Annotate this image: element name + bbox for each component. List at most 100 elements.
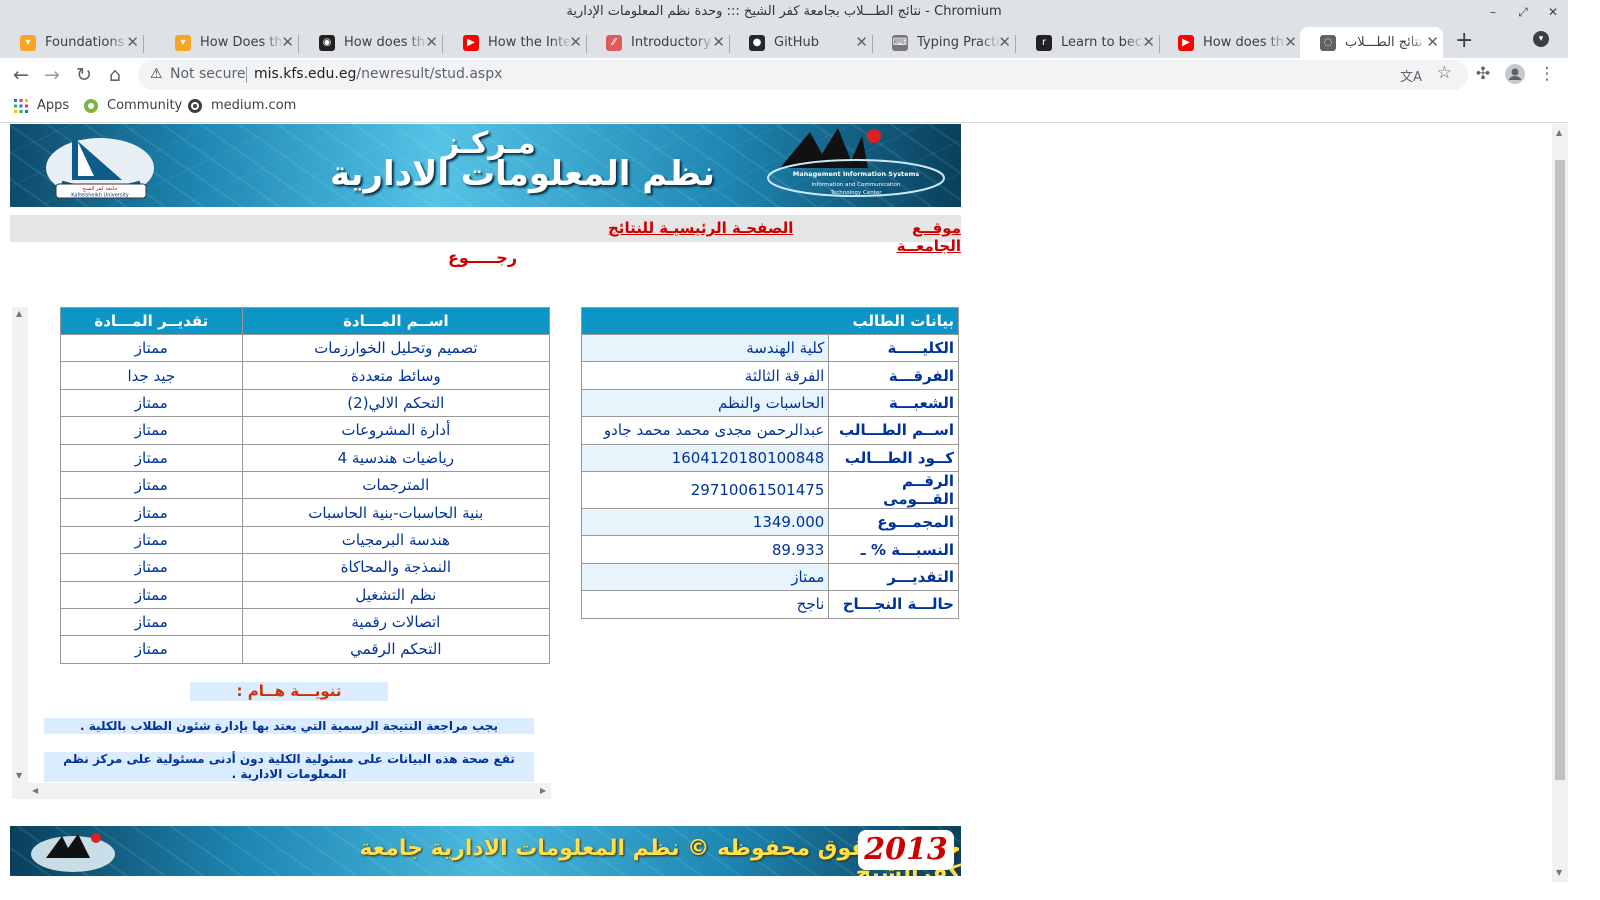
- footer-banner: جميع الحقوق محفوظه © نظم المعلومات الادا…: [10, 826, 961, 876]
- scroll-right-arrow-icon[interactable]: ▶: [540, 786, 546, 795]
- scroll-up-arrow-icon[interactable]: ▲: [16, 309, 22, 318]
- tab-label: How Does the: [200, 35, 284, 50]
- inner-vertical-scrollbar[interactable]: ▲ ▼: [12, 307, 28, 783]
- page-vertical-scrollbar[interactable]: ▲ ▼: [1552, 124, 1568, 882]
- student-field-label: الكليـــــة: [828, 333, 959, 363]
- student-info-row: التقديـــر ممتاز: [580, 562, 959, 592]
- tab-close-icon[interactable]: ✕: [1426, 33, 1439, 51]
- profile-avatar-icon[interactable]: [1504, 64, 1526, 89]
- browser-tab[interactable]: ▶ How does the ✕: [1158, 27, 1301, 58]
- warning-icon[interactable]: ⚠: [150, 66, 163, 82]
- tab-close-icon[interactable]: ✕: [998, 33, 1011, 51]
- close-window-button[interactable]: ✕: [1540, 0, 1566, 24]
- student-field-label: الرقــم القـــومى: [828, 470, 959, 509]
- divider: [246, 67, 247, 83]
- tab-close-icon[interactable]: ✕: [425, 33, 438, 51]
- subject-cell: التحكم الالي(2): [241, 388, 551, 418]
- browser-tab[interactable]: ◌ نتائج الطـــلاب ✕: [1300, 27, 1443, 58]
- student-field-label: الشعبـــة: [828, 388, 959, 418]
- important-note-line2: تقع صحة هذه البيانات على مسئولية الكلية …: [44, 752, 534, 782]
- student-info-row: كــود الطـــالب 1604120180100848: [580, 443, 959, 472]
- grade-cell: ممتاز: [60, 498, 243, 527]
- grade-row: وسائط متعددة جيد جدا: [60, 361, 551, 390]
- translate-icon[interactable]: 文A: [1400, 66, 1422, 85]
- url-text[interactable]: mis.kfs.edu.eg/newresult/stud.aspx: [254, 66, 502, 82]
- scroll-down-arrow-icon[interactable]: ▼: [16, 771, 22, 780]
- tab-search-icon[interactable]: ▾: [1533, 31, 1549, 47]
- tab-close-icon[interactable]: ✕: [126, 33, 139, 51]
- keyboard-icon: ⌨: [892, 34, 908, 51]
- tab-close-icon[interactable]: ✕: [569, 33, 582, 51]
- grade-cell: ممتاز: [60, 333, 243, 363]
- tab-close-icon[interactable]: ✕: [281, 33, 294, 51]
- tab-label: Learn to beco: [1061, 35, 1145, 50]
- bookmark-community[interactable]: Community: [84, 98, 182, 113]
- student-info-row: الكليـــــة كلية الهندسة: [580, 333, 959, 363]
- student-info-table: بيانات الطالب الكليـــــة كلية الهندسة الف…: [580, 307, 959, 619]
- browser-tab[interactable]: r Learn to beco ✕: [1016, 27, 1160, 58]
- scroll-left-arrow-icon[interactable]: ◀: [32, 786, 38, 795]
- student-info-row: اســم الطـــالب عبدالرحمن مجدى محمد محمد …: [580, 416, 959, 445]
- student-field-value: الحاسبات والنظم: [580, 388, 830, 418]
- bookmark-apps[interactable]: Apps: [14, 98, 69, 113]
- results-home-link[interactable]: الصفحـة الرئيسيـة للنتائج: [608, 219, 793, 237]
- tab-label: Foundations |: [45, 35, 129, 50]
- tab-label: Typing Practic: [917, 35, 1001, 50]
- maximize-button[interactable]: ⤢: [1510, 0, 1536, 24]
- grade-row: التحكم الالي(2) ممتاز: [60, 388, 551, 418]
- browser-tab[interactable]: ● GitHub ✕: [729, 27, 873, 58]
- security-label[interactable]: Not secure: [170, 66, 246, 82]
- page-scroll-down-arrow-icon[interactable]: ▼: [1556, 868, 1562, 877]
- page-scroll-up-arrow-icon[interactable]: ▲: [1556, 128, 1562, 137]
- tab-separator: [143, 35, 144, 53]
- back-link[interactable]: رجـــــوع: [448, 248, 517, 267]
- back-arrow-icon[interactable]: ←: [10, 64, 32, 86]
- browser-tab[interactable]: ⁄⁄ Introductory H✕: [586, 27, 730, 58]
- tab-close-icon[interactable]: ✕: [712, 33, 725, 51]
- student-info-row: الفرقـــة الفرقة الثالثة: [580, 361, 959, 390]
- extensions-icon[interactable]: ✣: [1472, 64, 1494, 84]
- grades-header-row: اســم المـــادة تقديــر المـــادة: [60, 307, 551, 335]
- student-field-value: ممتاز: [580, 562, 830, 592]
- subject-cell: أدارة المشروعات: [241, 416, 551, 445]
- home-icon[interactable]: ⌂: [104, 64, 126, 86]
- window-titlebar: نتائج الطـــلاب بجامعة كفر الشيخ ::: وحد…: [0, 0, 1568, 24]
- grade-row: نظم التشغيل ممتاز: [60, 580, 551, 609]
- subject-column-header: اســم المـــادة: [241, 307, 551, 335]
- browser-tab[interactable]: ▾ How Does the ✕: [155, 27, 299, 58]
- tab-strip: ▾ Foundations | ✕ ▾ How Does the ✕ ◉ How does t…: [0, 24, 1568, 58]
- globe-icon: ◌: [1320, 34, 1336, 51]
- url-path: /newresult/stud.aspx: [356, 66, 503, 82]
- browser-tab[interactable]: ⌨ Typing Practic ✕: [872, 27, 1016, 58]
- inner-horizontal-scrollbar[interactable]: ◀ ▶: [12, 783, 551, 799]
- university-site-link[interactable]: موقــع الجامعــة: [850, 219, 961, 255]
- bookmark-medium[interactable]: medium.com: [188, 98, 296, 113]
- grade-cell: ممتاز: [60, 388, 243, 418]
- bookmark-star-icon[interactable]: ☆: [1437, 63, 1452, 83]
- minimize-button[interactable]: –: [1480, 0, 1506, 24]
- bookmark-label: Apps: [37, 98, 70, 113]
- address-bar[interactable]: ⚠ Not secure mis.kfs.edu.eg/newresult/st…: [138, 60, 1468, 90]
- medium-icon: ◉: [319, 34, 335, 51]
- student-info-header: بيانات الطالب: [581, 307, 959, 335]
- page-scroll-thumb[interactable]: [1555, 160, 1565, 780]
- browser-tab[interactable]: ▾ Foundations | ✕: [0, 27, 144, 58]
- student-field-value: عبدالرحمن مجدى محمد محمد جادو: [580, 416, 830, 445]
- student-header-row: بيانات الطالب: [581, 307, 959, 335]
- important-note-line1: يجب مراجعة النتيجة الرسمية التي يعتد بها…: [44, 718, 534, 734]
- new-tab-button[interactable]: +: [1455, 28, 1473, 53]
- subject-cell: التحكم الرقمي: [241, 635, 551, 664]
- reload-icon[interactable]: ↻: [73, 64, 95, 86]
- tab-label: How does the: [1203, 35, 1287, 50]
- tab-close-icon[interactable]: ✕: [1142, 33, 1155, 51]
- grade-row: تصميم وتحليل الخوارزمات ممتاز: [60, 333, 551, 363]
- menu-kebab-icon[interactable]: ⋮: [1536, 64, 1558, 84]
- tab-close-icon[interactable]: ✕: [1284, 33, 1297, 51]
- student-field-label: النسبـــة % ـ: [828, 535, 959, 564]
- forward-arrow-icon[interactable]: →: [41, 64, 63, 86]
- browser-tab[interactable]: ▶ How the Intern✕: [443, 27, 587, 58]
- tab-close-icon[interactable]: ✕: [855, 33, 868, 51]
- browser-tab[interactable]: ◉ How does the ✕: [299, 27, 443, 58]
- svg-text:Information and Communication: Information and Communication: [811, 182, 901, 188]
- student-field-label: الفرقـــة: [828, 361, 959, 390]
